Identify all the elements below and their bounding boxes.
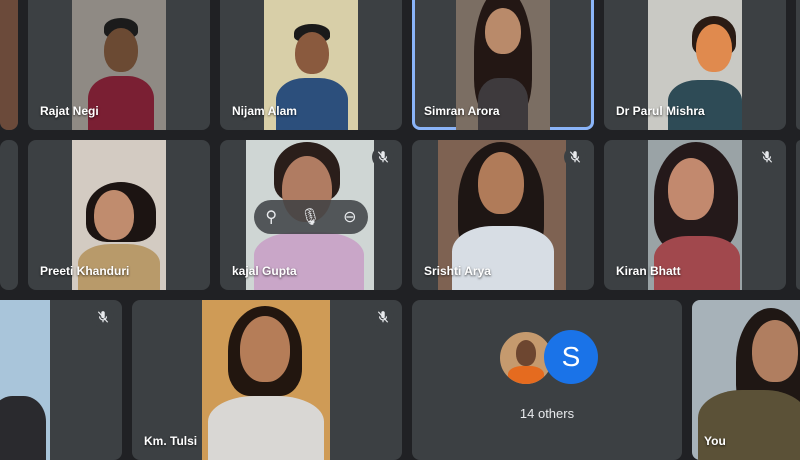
participant-tile-hovered[interactable]: ⚲ 🎙 ⊖ kajal Gupta (220, 140, 402, 290)
video-feed (0, 300, 50, 460)
participant-name: You (704, 434, 726, 448)
mic-off-icon (372, 146, 394, 168)
participant-name: Preeti Khanduri (40, 264, 130, 278)
participant-name: Dr Parul Mishra (616, 104, 705, 118)
participant-name: kajal Gupta (232, 264, 297, 278)
participant-name: Nijam Alam (232, 104, 297, 118)
others-tile[interactable]: S 14 others (412, 300, 682, 460)
mic-off-icon (756, 146, 778, 168)
participant-tile[interactable]: Srishti Arya (412, 140, 594, 290)
tile-partial-right-r2 (796, 140, 800, 290)
video-feed (202, 300, 330, 460)
participant-tile[interactable]: Rajat Negi (28, 0, 210, 130)
participant-tile[interactable]: Kiran Bhatt (604, 140, 786, 290)
participant-name: Km. Tulsi (144, 434, 198, 448)
others-count: 14 others (519, 406, 575, 421)
participant-tile[interactable]: Preeti Khanduri (28, 140, 210, 290)
avatar: S (544, 330, 598, 384)
tile-partial-left-r1 (0, 0, 18, 130)
participant-name: Simran Arora (424, 104, 500, 118)
participant-name: Kiran Bhatt (616, 264, 681, 278)
mic-off-icon (564, 146, 586, 168)
participant-name: Srishti Arya (424, 264, 491, 278)
tile-partial-left-r2 (0, 140, 18, 290)
participant-tile-active[interactable]: Simran Arora (412, 0, 594, 130)
remove-icon[interactable]: ⊖ (343, 207, 356, 227)
tile-hover-controls: ⚲ 🎙 ⊖ (254, 200, 368, 234)
pin-icon[interactable]: ⚲ (265, 207, 277, 227)
participant-tile[interactable]: Nijam Alam (220, 0, 402, 130)
participant-tile[interactable]: Km. Tulsi (132, 300, 402, 460)
participant-tile-partial[interactable] (0, 300, 122, 460)
tile-partial-right-r1 (796, 0, 800, 130)
participant-tile-self[interactable]: You (692, 300, 800, 460)
participant-tile[interactable]: Dr Parul Mishra (604, 0, 786, 130)
mic-off-icon[interactable]: 🎙 (300, 207, 320, 227)
mic-off-icon (372, 306, 394, 328)
participant-name: Rajat Negi (40, 104, 99, 118)
mic-off-icon (92, 306, 114, 328)
